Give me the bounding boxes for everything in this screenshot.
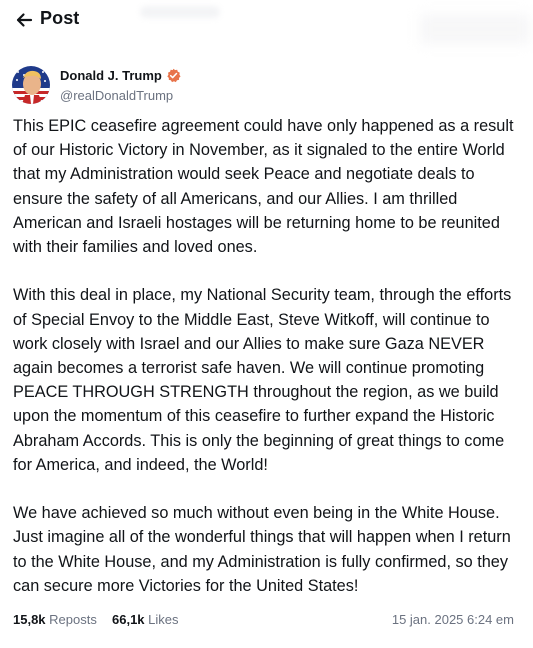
reposts-count: 15,8k bbox=[13, 612, 46, 627]
user-handle[interactable]: @realDonaldTrump bbox=[60, 88, 173, 103]
blurred-header-area-right bbox=[420, 14, 530, 44]
display-name[interactable]: Donald J. Trump bbox=[60, 68, 162, 83]
post-timestamp[interactable]: 15 jan. 2025 6:24 em bbox=[392, 612, 514, 627]
post-author: Donald J. Trump @realDonaldTrump bbox=[12, 66, 312, 106]
likes-count: 66,1k bbox=[112, 612, 145, 627]
post-paragraph: With this deal in place, my National Sec… bbox=[13, 286, 512, 474]
likes-label: Likes bbox=[148, 612, 179, 627]
likes-stat[interactable]: 66,1k Likes bbox=[112, 612, 179, 627]
arrow-left-icon[interactable] bbox=[14, 10, 34, 30]
blurred-header-area bbox=[140, 6, 220, 18]
post-stats: 15,8k Reposts 66,1k Likes 15 jan. 2025 6… bbox=[13, 612, 520, 632]
post-paragraph: We have achieved so much without even be… bbox=[13, 504, 511, 595]
reposts-stat[interactable]: 15,8k Reposts bbox=[13, 612, 97, 627]
reposts-label: Reposts bbox=[49, 612, 97, 627]
top-bar: Post bbox=[0, 0, 533, 44]
avatar[interactable] bbox=[12, 66, 50, 104]
post-body: This EPIC ceasefire agreement could have… bbox=[13, 114, 523, 622]
page-title: Post bbox=[40, 8, 80, 28]
verified-badge-icon bbox=[166, 68, 181, 83]
display-name-row: Donald J. Trump bbox=[60, 68, 181, 83]
post-paragraph: This EPIC ceasefire agreement could have… bbox=[13, 117, 514, 257]
